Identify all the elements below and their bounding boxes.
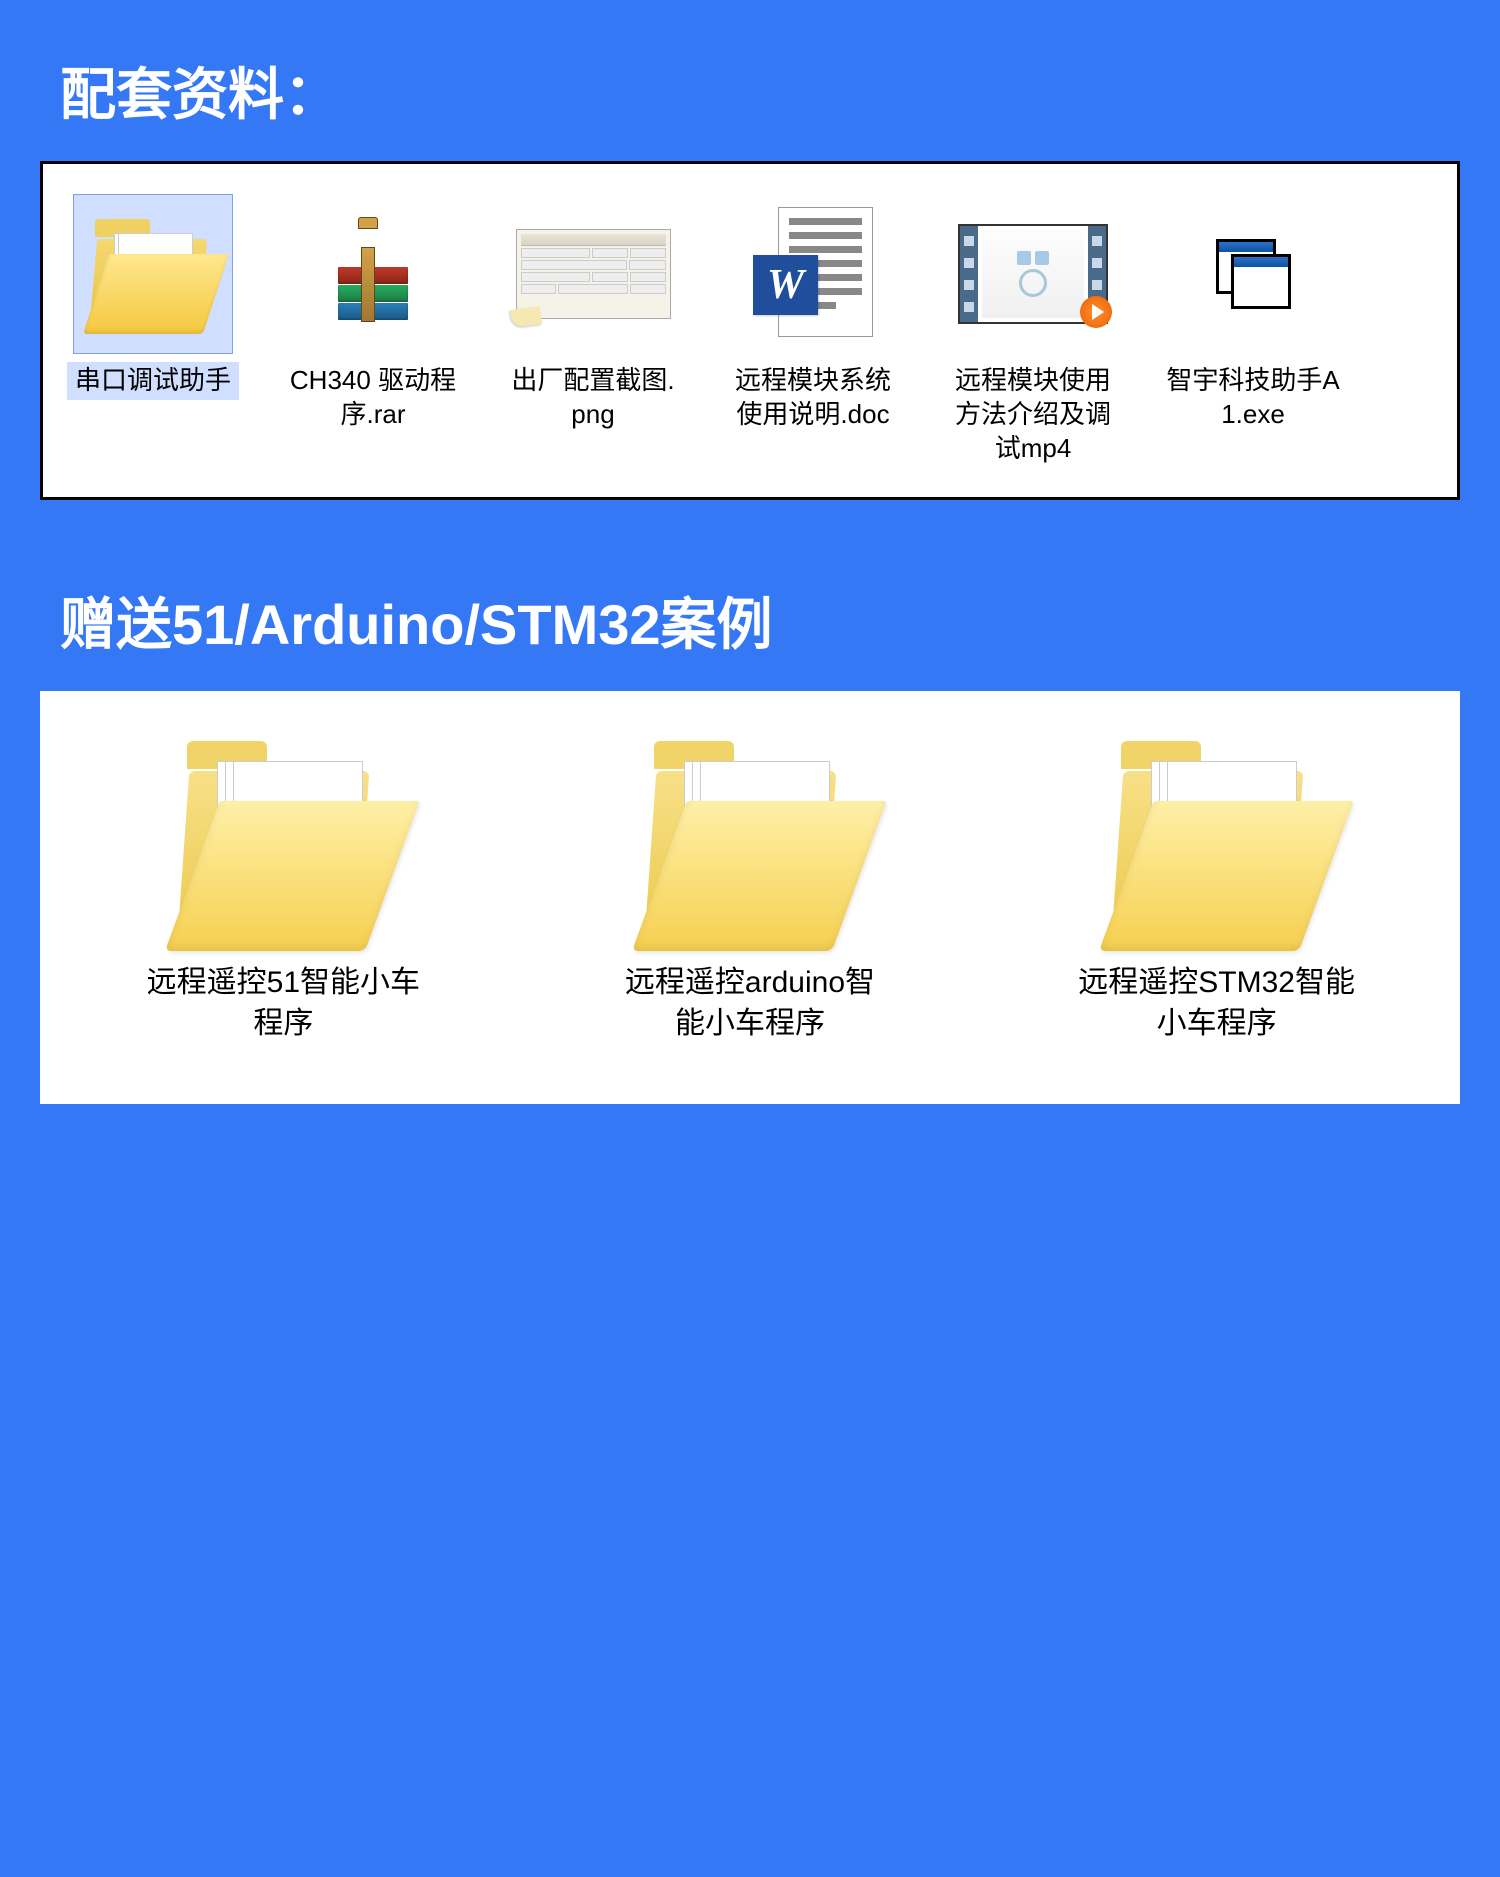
file-label: 出厂配置截图.png <box>498 362 688 434</box>
section-title-examples: 赠送51/Arduino/STM32案例 <box>0 530 1500 691</box>
file-item-folder[interactable]: 串口调试助手 <box>53 184 253 477</box>
file-item-rar[interactable]: CH340 驱动程序.rar <box>273 184 473 477</box>
folder-icon <box>630 721 870 951</box>
file-label: 串口调试助手 <box>67 362 239 400</box>
file-label: 远程遥控51智能小车程序 <box>143 963 423 1044</box>
file-label: 远程模块使用方法介绍及调试mp4 <box>938 362 1128 467</box>
file-label: 智宇科技助手A1.exe <box>1158 362 1348 434</box>
file-grid: 远程遥控51智能小车程序 远程遥控arduino智能小车程序 远程遥控STM32… <box>60 721 1440 1044</box>
file-item-folder[interactable]: 远程遥控STM32智能小车程序 <box>1077 721 1357 1044</box>
file-item-folder[interactable]: 远程遥控51智能小车程序 <box>143 721 423 1044</box>
application-icon <box>1173 194 1333 354</box>
file-label: CH340 驱动程序.rar <box>278 362 468 434</box>
file-panel-examples: 远程遥控51智能小车程序 远程遥控arduino智能小车程序 远程遥控STM32… <box>40 691 1460 1104</box>
image-icon <box>513 194 673 354</box>
folder-icon <box>1097 721 1337 951</box>
file-panel-materials: 串口调试助手 CH340 驱动程序.rar <box>40 161 1460 500</box>
section-title-materials: 配套资料： <box>0 0 1500 161</box>
video-icon <box>953 194 1113 354</box>
archive-icon <box>293 194 453 354</box>
file-label: 远程遥控STM32智能小车程序 <box>1077 963 1357 1044</box>
file-grid: 串口调试助手 CH340 驱动程序.rar <box>53 184 1447 477</box>
file-item-exe[interactable]: 智宇科技助手A1.exe <box>1153 184 1353 477</box>
file-item-video[interactable]: 远程模块使用方法介绍及调试mp4 <box>933 184 1133 477</box>
file-item-doc[interactable]: W 远程模块系统使用说明.doc <box>713 184 913 477</box>
file-item-png[interactable]: 出厂配置截图.png <box>493 184 693 477</box>
file-label: 远程遥控arduino智能小车程序 <box>610 963 890 1044</box>
folder-icon <box>163 721 403 951</box>
file-item-folder[interactable]: 远程遥控arduino智能小车程序 <box>610 721 890 1044</box>
folder-icon <box>73 194 233 354</box>
file-label: 远程模块系统使用说明.doc <box>718 362 908 434</box>
word-doc-icon: W <box>733 194 893 354</box>
